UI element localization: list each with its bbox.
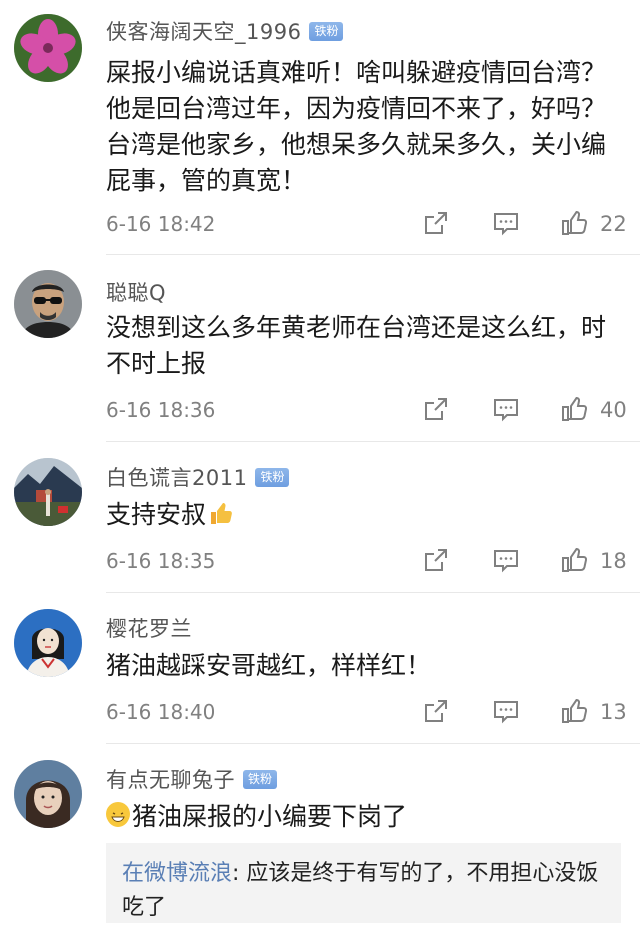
avatar[interactable] [14,458,82,526]
thumbs-up-icon[interactable] [560,395,590,425]
comment-text: 没想到这么多年黄老师在台湾还是这么红，时不时上报 [106,313,607,378]
like-count: 13 [600,700,627,724]
avatar[interactable] [14,760,82,828]
name-row: 樱花罗兰 [106,613,192,643]
comment-meta: 6-16 18:42 22 [106,209,627,239]
timestamp: 6-16 18:40 [106,700,216,724]
comment-text-content: 支持安叔 [106,500,207,529]
username[interactable]: 樱花罗兰 [106,613,192,643]
reply-text: 在微博流浪: 应该是终于有写的了，不用担心没饭吃了 [122,857,602,925]
comment-meta: 6-16 18:35 18 [106,546,627,576]
comment-text: 猪油越踩安哥越红，样样红！ [106,651,432,680]
like-count: 18 [600,549,627,573]
reply-username[interactable]: 在微博流浪 [122,861,232,886]
comment-text: 支持安叔 [106,497,616,537]
username[interactable]: 侠客海阔天空_1996 [106,16,301,46]
comment-text-content: 猪油屎报的小编要下岗了 [132,802,408,831]
avatar[interactable] [14,270,82,338]
comment-item: 有点无聊兔子 铁粉 猪油屎报的小编要下岗了 在微博流浪: 应该是终于有写的了，不… [0,744,640,923]
comment-bubble-icon[interactable] [492,697,522,727]
name-row: 白色谎言2011 铁粉 [106,462,290,492]
fan-badge: 铁粉 [255,467,290,487]
like-count: 40 [600,398,627,422]
name-row: 聪聪Q [106,277,166,307]
timestamp: 6-16 18:35 [106,549,216,573]
comment-bubble-icon[interactable] [492,209,522,239]
comment-text: 猪油屎报的小编要下岗了 [106,799,616,835]
name-row: 有点无聊兔子 铁粉 [106,764,278,794]
grinning-face-emoji-icon [106,802,130,827]
thumbs-up-icon[interactable] [560,546,590,576]
comment-item: 樱花罗兰 猪油越踩安哥越红，样样红！ 6-16 18:40 13 [0,593,640,743]
fan-badge: 铁粉 [309,21,344,41]
username[interactable]: 聪聪Q [106,277,166,307]
share-square-icon[interactable] [422,395,452,425]
comment-item: 聪聪Q 没想到这么多年黄老师在台湾还是这么红，时不时上报 6-16 18:36 … [0,255,640,441]
thumbs-up-icon[interactable] [560,697,590,727]
username[interactable]: 有点无聊兔子 [106,764,235,794]
share-square-icon[interactable] [422,546,452,576]
timestamp: 6-16 18:42 [106,212,216,236]
avatar[interactable] [14,609,82,677]
comment-text: 屎报小编说话真难听！啥叫躲避疫情回台湾？他是回台湾过年，因为疫情回不来了，好吗？… [106,58,607,195]
thumbs-up-icon[interactable] [560,209,590,239]
comment-bubble-icon[interactable] [492,395,522,425]
share-square-icon[interactable] [422,209,452,239]
avatar[interactable] [14,14,82,82]
reply-box[interactable]: 在微博流浪: 应该是终于有写的了，不用担心没饭吃了 [106,843,621,923]
comment-item: 侠客海阔天空_1996 铁粉 屎报小编说话真难听！啥叫躲避疫情回台湾？他是回台湾… [0,0,640,254]
share-square-icon[interactable] [422,697,452,727]
like-count: 22 [600,212,627,236]
username[interactable]: 白色谎言2011 [106,462,247,492]
name-row: 侠客海阔天空_1996 铁粉 [106,16,344,46]
fan-badge: 铁粉 [243,769,278,789]
timestamp: 6-16 18:36 [106,398,216,422]
comment-item: 白色谎言2011 铁粉 支持安叔 6-16 18:35 18 [0,442,640,592]
comment-bubble-icon[interactable] [492,546,522,576]
thumbs-up-emoji-icon [208,501,234,537]
comment-meta: 6-16 18:36 40 [106,395,627,425]
comment-meta: 6-16 18:40 13 [106,697,627,727]
